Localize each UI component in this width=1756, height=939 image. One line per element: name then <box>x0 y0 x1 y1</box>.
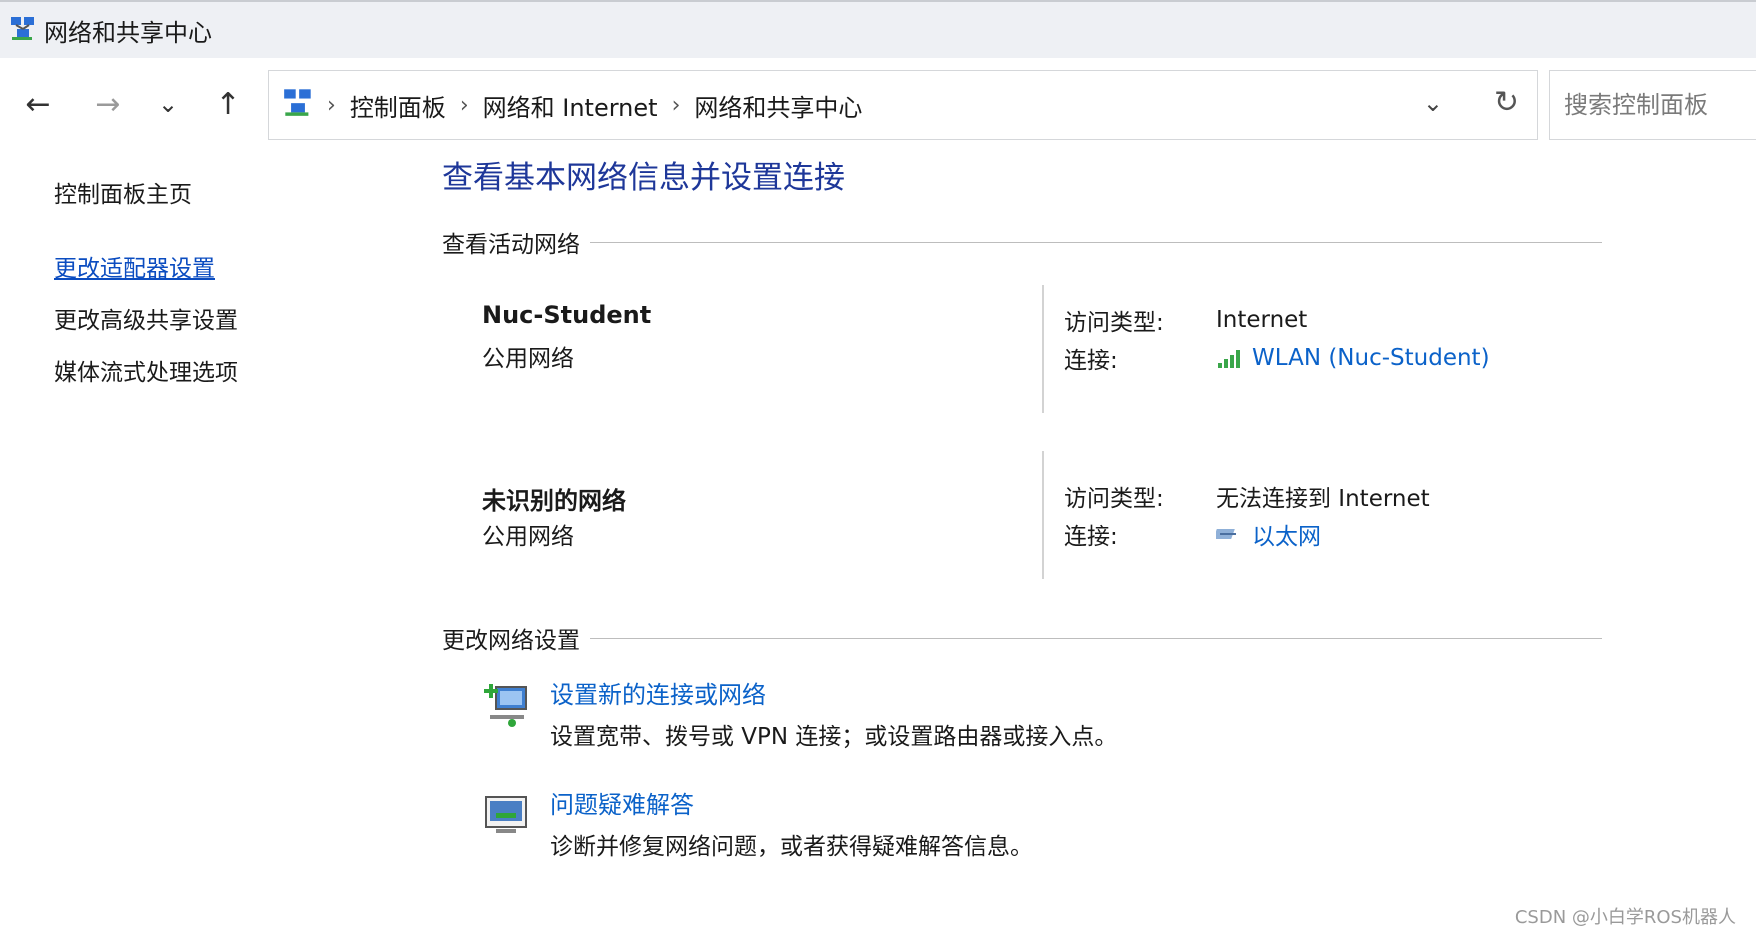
main-content: 查看基本网络信息并设置连接 查看活动网络 Nuc-Student 公用网络 访问… <box>442 150 1602 881</box>
network-name: 未识别的网络 <box>482 487 626 515</box>
section-divider <box>590 637 1602 639</box>
network-name: Nuc-Student <box>482 301 652 329</box>
section-divider <box>590 241 1602 243</box>
forward-button[interactable]: → <box>86 82 130 126</box>
network-entry: 未识别的网络 公用网络 访问类型: 无法连接到 Internet 连接: 以太网 <box>442 451 1602 581</box>
connection-row: 连接: 以太网 <box>1064 517 1321 551</box>
navigation-row: ← → ⌄ ↑ › 控制面板 › 网络和 Internet › 网络和共享中心 <box>0 58 1756 150</box>
access-type-label: 访问类型: <box>1064 486 1164 512</box>
chevron-down-icon: ⌄ <box>157 90 179 118</box>
page-title: 查看基本网络信息并设置连接 <box>442 160 845 196</box>
vertical-divider <box>1042 285 1044 413</box>
connection-link-ethernet[interactable]: 以太网 <box>1252 517 1321 551</box>
access-type-value: Internet <box>1216 307 1308 333</box>
network-type: 公用网络 <box>482 346 574 372</box>
breadcrumb-separator: › <box>671 92 681 118</box>
ethernet-icon <box>1216 523 1244 545</box>
section-title: 查看活动网络 <box>442 232 580 258</box>
title-bar: 网络和共享中心 <box>0 0 1756 58</box>
search-input[interactable] <box>1564 91 1756 119</box>
chevron-down-icon: ⌄ <box>1422 89 1443 117</box>
breadcrumb-control-panel[interactable]: 控制面板 <box>350 88 446 123</box>
access-type-value: 无法连接到 Internet <box>1216 486 1430 512</box>
address-bar[interactable]: › 控制面板 › 网络和 Internet › 网络和共享中心 ⌄ ↻ <box>268 70 1538 140</box>
sidebar-item-home[interactable]: 控制面板主页 <box>54 175 414 209</box>
troubleshoot-icon <box>482 791 530 839</box>
access-type-row: 访问类型: 无法连接到 Internet <box>1064 479 1430 513</box>
arrow-right-icon: → <box>95 86 121 122</box>
breadcrumb: › 控制面板 › 网络和 Internet › 网络和共享中心 <box>283 87 862 123</box>
up-button[interactable]: ↑ <box>206 82 250 126</box>
control-panel-icon <box>283 87 313 123</box>
breadcrumb-network-internet[interactable]: 网络和 Internet <box>483 88 658 123</box>
troubleshoot-link[interactable]: 问题疑难解答 <box>550 785 694 820</box>
sidebar-item-advanced-sharing[interactable]: 更改高级共享设置 <box>54 301 414 335</box>
arrow-up-icon: ↑ <box>215 86 241 122</box>
recent-locations-button[interactable]: ⌄ <box>146 82 190 126</box>
task-new-connection: 设置新的连接或网络 设置宽带、拨号或 VPN 连接；或设置路由器或接入点。 <box>442 671 1602 771</box>
network-entry: Nuc-Student 公用网络 访问类型: Internet 连接: WLAN… <box>442 285 1602 415</box>
address-dropdown-button[interactable]: ⌄ <box>1423 89 1443 117</box>
section-title: 更改网络设置 <box>442 628 580 654</box>
search-box[interactable] <box>1549 70 1756 140</box>
access-type-label: 访问类型: <box>1064 310 1164 336</box>
watermark: CSDN @小白学ROS机器人 <box>1514 907 1736 928</box>
arrow-left-icon: ← <box>25 86 51 122</box>
sidebar-item-adapter-settings[interactable]: 更改适配器设置 <box>54 249 414 283</box>
connection-label: 连接: <box>1064 348 1118 374</box>
breadcrumb-network-sharing-center[interactable]: 网络和共享中心 <box>694 88 862 123</box>
network-center-icon <box>10 15 36 45</box>
breadcrumb-separator: › <box>459 92 469 118</box>
task-troubleshoot: 问题疑难解答 诊断并修复网络问题，或者获得疑难解答信息。 <box>442 781 1602 881</box>
new-connection-icon <box>482 681 530 729</box>
wifi-signal-icon <box>1216 347 1244 369</box>
refresh-icon: ↻ <box>1493 85 1519 120</box>
task-description: 诊断并修复网络问题，或者获得疑难解答信息。 <box>550 834 1033 860</box>
connection-row: 连接: WLAN (Nuc-Student) <box>1064 341 1490 375</box>
breadcrumb-separator: › <box>327 92 336 118</box>
sidebar-item-media-streaming[interactable]: 媒体流式处理选项 <box>54 353 414 387</box>
connection-label: 连接: <box>1064 524 1118 550</box>
refresh-button[interactable]: ↻ <box>1494 85 1519 120</box>
vertical-divider <box>1042 451 1044 579</box>
active-networks-section: 查看活动网络 <box>442 225 1602 259</box>
sidebar: 控制面板主页 更改适配器设置 更改高级共享设置 媒体流式处理选项 <box>54 175 414 405</box>
new-connection-link[interactable]: 设置新的连接或网络 <box>550 675 766 710</box>
window-title: 网络和共享中心 <box>44 18 212 47</box>
access-type-row: 访问类型: Internet <box>1064 303 1307 337</box>
change-settings-section: 更改网络设置 <box>442 621 1602 655</box>
connection-link-wlan[interactable]: WLAN (Nuc-Student) <box>1252 345 1490 371</box>
back-button[interactable]: ← <box>16 82 60 126</box>
network-type: 公用网络 <box>482 524 574 550</box>
task-description: 设置宽带、拨号或 VPN 连接；或设置路由器或接入点。 <box>550 724 1118 750</box>
